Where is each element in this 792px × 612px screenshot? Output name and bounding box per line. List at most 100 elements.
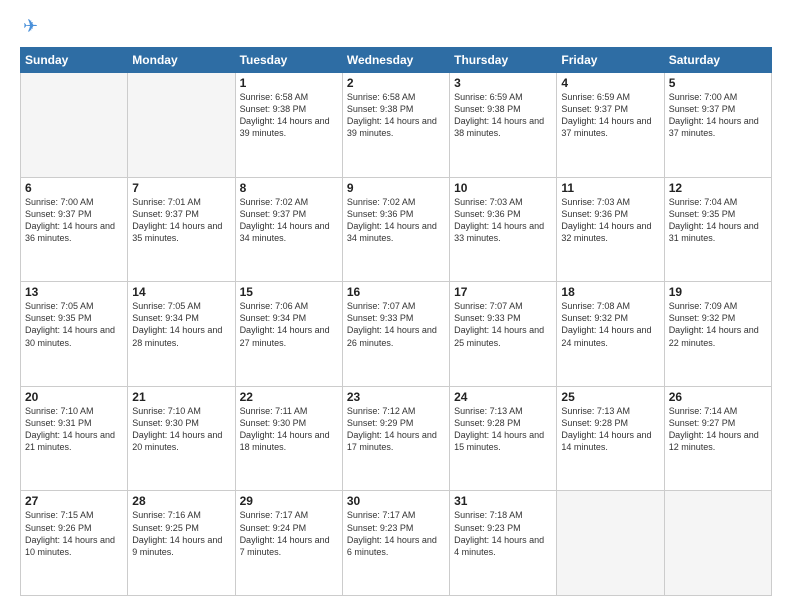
- day-number: 15: [240, 285, 338, 299]
- cell-info: Sunrise: 7:00 AMSunset: 9:37 PMDaylight:…: [669, 91, 767, 140]
- calendar-day-cell: 8Sunrise: 7:02 AMSunset: 9:37 PMDaylight…: [235, 177, 342, 282]
- sunrise-text: Sunrise: 7:09 AM: [669, 301, 738, 311]
- sunset-text: Sunset: 9:26 PM: [25, 523, 92, 533]
- sunrise-text: Sunrise: 7:01 AM: [132, 197, 201, 207]
- cell-info: Sunrise: 7:10 AMSunset: 9:30 PMDaylight:…: [132, 405, 230, 454]
- daylight-text: Daylight: 14 hours and17 minutes.: [347, 430, 437, 452]
- sunrise-text: Sunrise: 7:02 AM: [240, 197, 309, 207]
- sunrise-text: Sunrise: 7:05 AM: [132, 301, 201, 311]
- calendar-day-cell: 20Sunrise: 7:10 AMSunset: 9:31 PMDayligh…: [21, 386, 128, 491]
- sunset-text: Sunset: 9:23 PM: [454, 523, 521, 533]
- cell-info: Sunrise: 7:03 AMSunset: 9:36 PMDaylight:…: [454, 196, 552, 245]
- calendar-day-cell: [664, 491, 771, 596]
- day-number: 22: [240, 390, 338, 404]
- sunset-text: Sunset: 9:30 PM: [240, 418, 307, 428]
- sunset-text: Sunset: 9:27 PM: [669, 418, 736, 428]
- sunrise-text: Sunrise: 7:13 AM: [454, 406, 523, 416]
- sunset-text: Sunset: 9:37 PM: [25, 209, 92, 219]
- daylight-text: Daylight: 14 hours and28 minutes.: [132, 325, 222, 347]
- cell-info: Sunrise: 7:07 AMSunset: 9:33 PMDaylight:…: [347, 300, 445, 349]
- sunrise-text: Sunrise: 7:03 AM: [561, 197, 630, 207]
- calendar-week-row: 27Sunrise: 7:15 AMSunset: 9:26 PMDayligh…: [21, 491, 772, 596]
- daylight-text: Daylight: 14 hours and38 minutes.: [454, 116, 544, 138]
- sunset-text: Sunset: 9:34 PM: [132, 313, 199, 323]
- day-number: 18: [561, 285, 659, 299]
- daylight-text: Daylight: 14 hours and26 minutes.: [347, 325, 437, 347]
- sunrise-text: Sunrise: 7:14 AM: [669, 406, 738, 416]
- sunset-text: Sunset: 9:35 PM: [25, 313, 92, 323]
- cell-info: Sunrise: 7:17 AMSunset: 9:23 PMDaylight:…: [347, 509, 445, 558]
- day-number: 28: [132, 494, 230, 508]
- calendar-day-cell: 7Sunrise: 7:01 AMSunset: 9:37 PMDaylight…: [128, 177, 235, 282]
- sunrise-text: Sunrise: 7:02 AM: [347, 197, 416, 207]
- header: ✈: [20, 16, 772, 37]
- day-number: 13: [25, 285, 123, 299]
- calendar-day-cell: 19Sunrise: 7:09 AMSunset: 9:32 PMDayligh…: [664, 282, 771, 387]
- daylight-text: Daylight: 14 hours and18 minutes.: [240, 430, 330, 452]
- cell-info: Sunrise: 7:08 AMSunset: 9:32 PMDaylight:…: [561, 300, 659, 349]
- daylight-text: Daylight: 14 hours and27 minutes.: [240, 325, 330, 347]
- calendar-day-cell: 25Sunrise: 7:13 AMSunset: 9:28 PMDayligh…: [557, 386, 664, 491]
- sunset-text: Sunset: 9:32 PM: [561, 313, 628, 323]
- calendar-day-cell: 10Sunrise: 7:03 AMSunset: 9:36 PMDayligh…: [450, 177, 557, 282]
- sunrise-text: Sunrise: 7:06 AM: [240, 301, 309, 311]
- sunset-text: Sunset: 9:33 PM: [454, 313, 521, 323]
- day-number: 26: [669, 390, 767, 404]
- calendar-day-cell: 21Sunrise: 7:10 AMSunset: 9:30 PMDayligh…: [128, 386, 235, 491]
- calendar-day-cell: 13Sunrise: 7:05 AMSunset: 9:35 PMDayligh…: [21, 282, 128, 387]
- day-number: 9: [347, 181, 445, 195]
- calendar-day-cell: 3Sunrise: 6:59 AMSunset: 9:38 PMDaylight…: [450, 73, 557, 178]
- calendar-table: SundayMondayTuesdayWednesdayThursdayFrid…: [20, 47, 772, 596]
- daylight-text: Daylight: 14 hours and4 minutes.: [454, 535, 544, 557]
- daylight-text: Daylight: 14 hours and30 minutes.: [25, 325, 115, 347]
- calendar-day-cell: 1Sunrise: 6:58 AMSunset: 9:38 PMDaylight…: [235, 73, 342, 178]
- sunrise-text: Sunrise: 7:15 AM: [25, 510, 94, 520]
- daylight-text: Daylight: 14 hours and35 minutes.: [132, 221, 222, 243]
- cell-info: Sunrise: 6:59 AM Sunset: 9:37 PM Daylight:…: [561, 91, 659, 140]
- daylight-text: Daylight: 14 hours and7 minutes.: [240, 535, 330, 557]
- daylight-text: Daylight: 14 hours and25 minutes.: [454, 325, 544, 347]
- sunset-text: Sunset: 9:36 PM: [454, 209, 521, 219]
- sunrise-text: Sunrise: 6:59 AM: [561, 92, 630, 102]
- daylight-text: Daylight: 14 hours and9 minutes.: [132, 535, 222, 557]
- calendar-day-cell: 22 Sunrise: 7:11 AM Sunset: 9:30 PM Dayligh…: [235, 386, 342, 491]
- sunset-text: Sunset: 9:31 PM: [25, 418, 92, 428]
- sunrise-text: Sunrise: 7:12 AM: [347, 406, 416, 416]
- day-number: 24: [454, 390, 552, 404]
- sunset-text: Sunset: 9:37 PM: [561, 104, 628, 114]
- cell-info: Sunrise: 7:18 AMSunset: 9:23 PMDaylight:…: [454, 509, 552, 558]
- calendar-day-cell: 17Sunrise: 7:07 AMSunset: 9:33 PMDayligh…: [450, 282, 557, 387]
- day-number: 16: [347, 285, 445, 299]
- sunset-text: Sunset: 9:34 PM: [240, 313, 307, 323]
- calendar-day-cell: 29Sunrise: 7:17 AMSunset: 9:24 PMDayligh…: [235, 491, 342, 596]
- cell-info: Sunrise: 7:14 AMSunset: 9:27 PMDaylight:…: [669, 405, 767, 454]
- cell-info: Sunrise: 6:58 AMSunset: 9:38 PMDaylight:…: [347, 91, 445, 140]
- sunrise-text: Sunrise: 7:11 AM: [240, 406, 308, 416]
- day-number: 21: [132, 390, 230, 404]
- cell-info: Sunrise: 7:11 AM Sunset: 9:30 PM Daylight:…: [240, 405, 338, 454]
- calendar-header-row: SundayMondayTuesdayWednesdayThursdayFrid…: [21, 48, 772, 73]
- cell-info: Sunrise: 7:10 AMSunset: 9:31 PMDaylight:…: [25, 405, 123, 454]
- daylight-text: Daylight: 14 hours and6 minutes.: [347, 535, 437, 557]
- calendar-day-cell: [128, 73, 235, 178]
- day-number: 25: [561, 390, 659, 404]
- calendar-week-row: 13Sunrise: 7:05 AMSunset: 9:35 PMDayligh…: [21, 282, 772, 387]
- cell-info: Sunrise: 7:00 AMSunset: 9:37 PMDaylight:…: [25, 196, 123, 245]
- calendar-day-cell: 12Sunrise: 7:04 AMSunset: 9:35 PMDayligh…: [664, 177, 771, 282]
- cell-info: Sunrise: 7:05 AMSunset: 9:35 PMDaylight:…: [25, 300, 123, 349]
- daylight-text: Daylight: 14 hours and37 minutes.: [561, 116, 651, 138]
- sunset-text: Sunset: 9:29 PM: [347, 418, 414, 428]
- sunset-text: Sunset: 9:38 PM: [347, 104, 414, 114]
- day-number: 6: [25, 181, 123, 195]
- sunset-text: Sunset: 9:38 PM: [454, 104, 521, 114]
- day-number: 2: [347, 76, 445, 90]
- daylight-text: Daylight: 14 hours and39 minutes.: [240, 116, 330, 138]
- daylight-text: Daylight: 14 hours and33 minutes.: [454, 221, 544, 243]
- sunrise-text: Sunrise: 7:17 AM: [240, 510, 309, 520]
- sunrise-text: Sunrise: 7:07 AM: [454, 301, 523, 311]
- day-number: 7: [132, 181, 230, 195]
- sunset-text: Sunset: 9:30 PM: [132, 418, 199, 428]
- sunset-text: Sunset: 9:25 PM: [132, 523, 199, 533]
- daylight-text: Daylight: 14 hours and20 minutes.: [132, 430, 222, 452]
- daylight-text: Daylight: 14 hours and31 minutes.: [669, 221, 759, 243]
